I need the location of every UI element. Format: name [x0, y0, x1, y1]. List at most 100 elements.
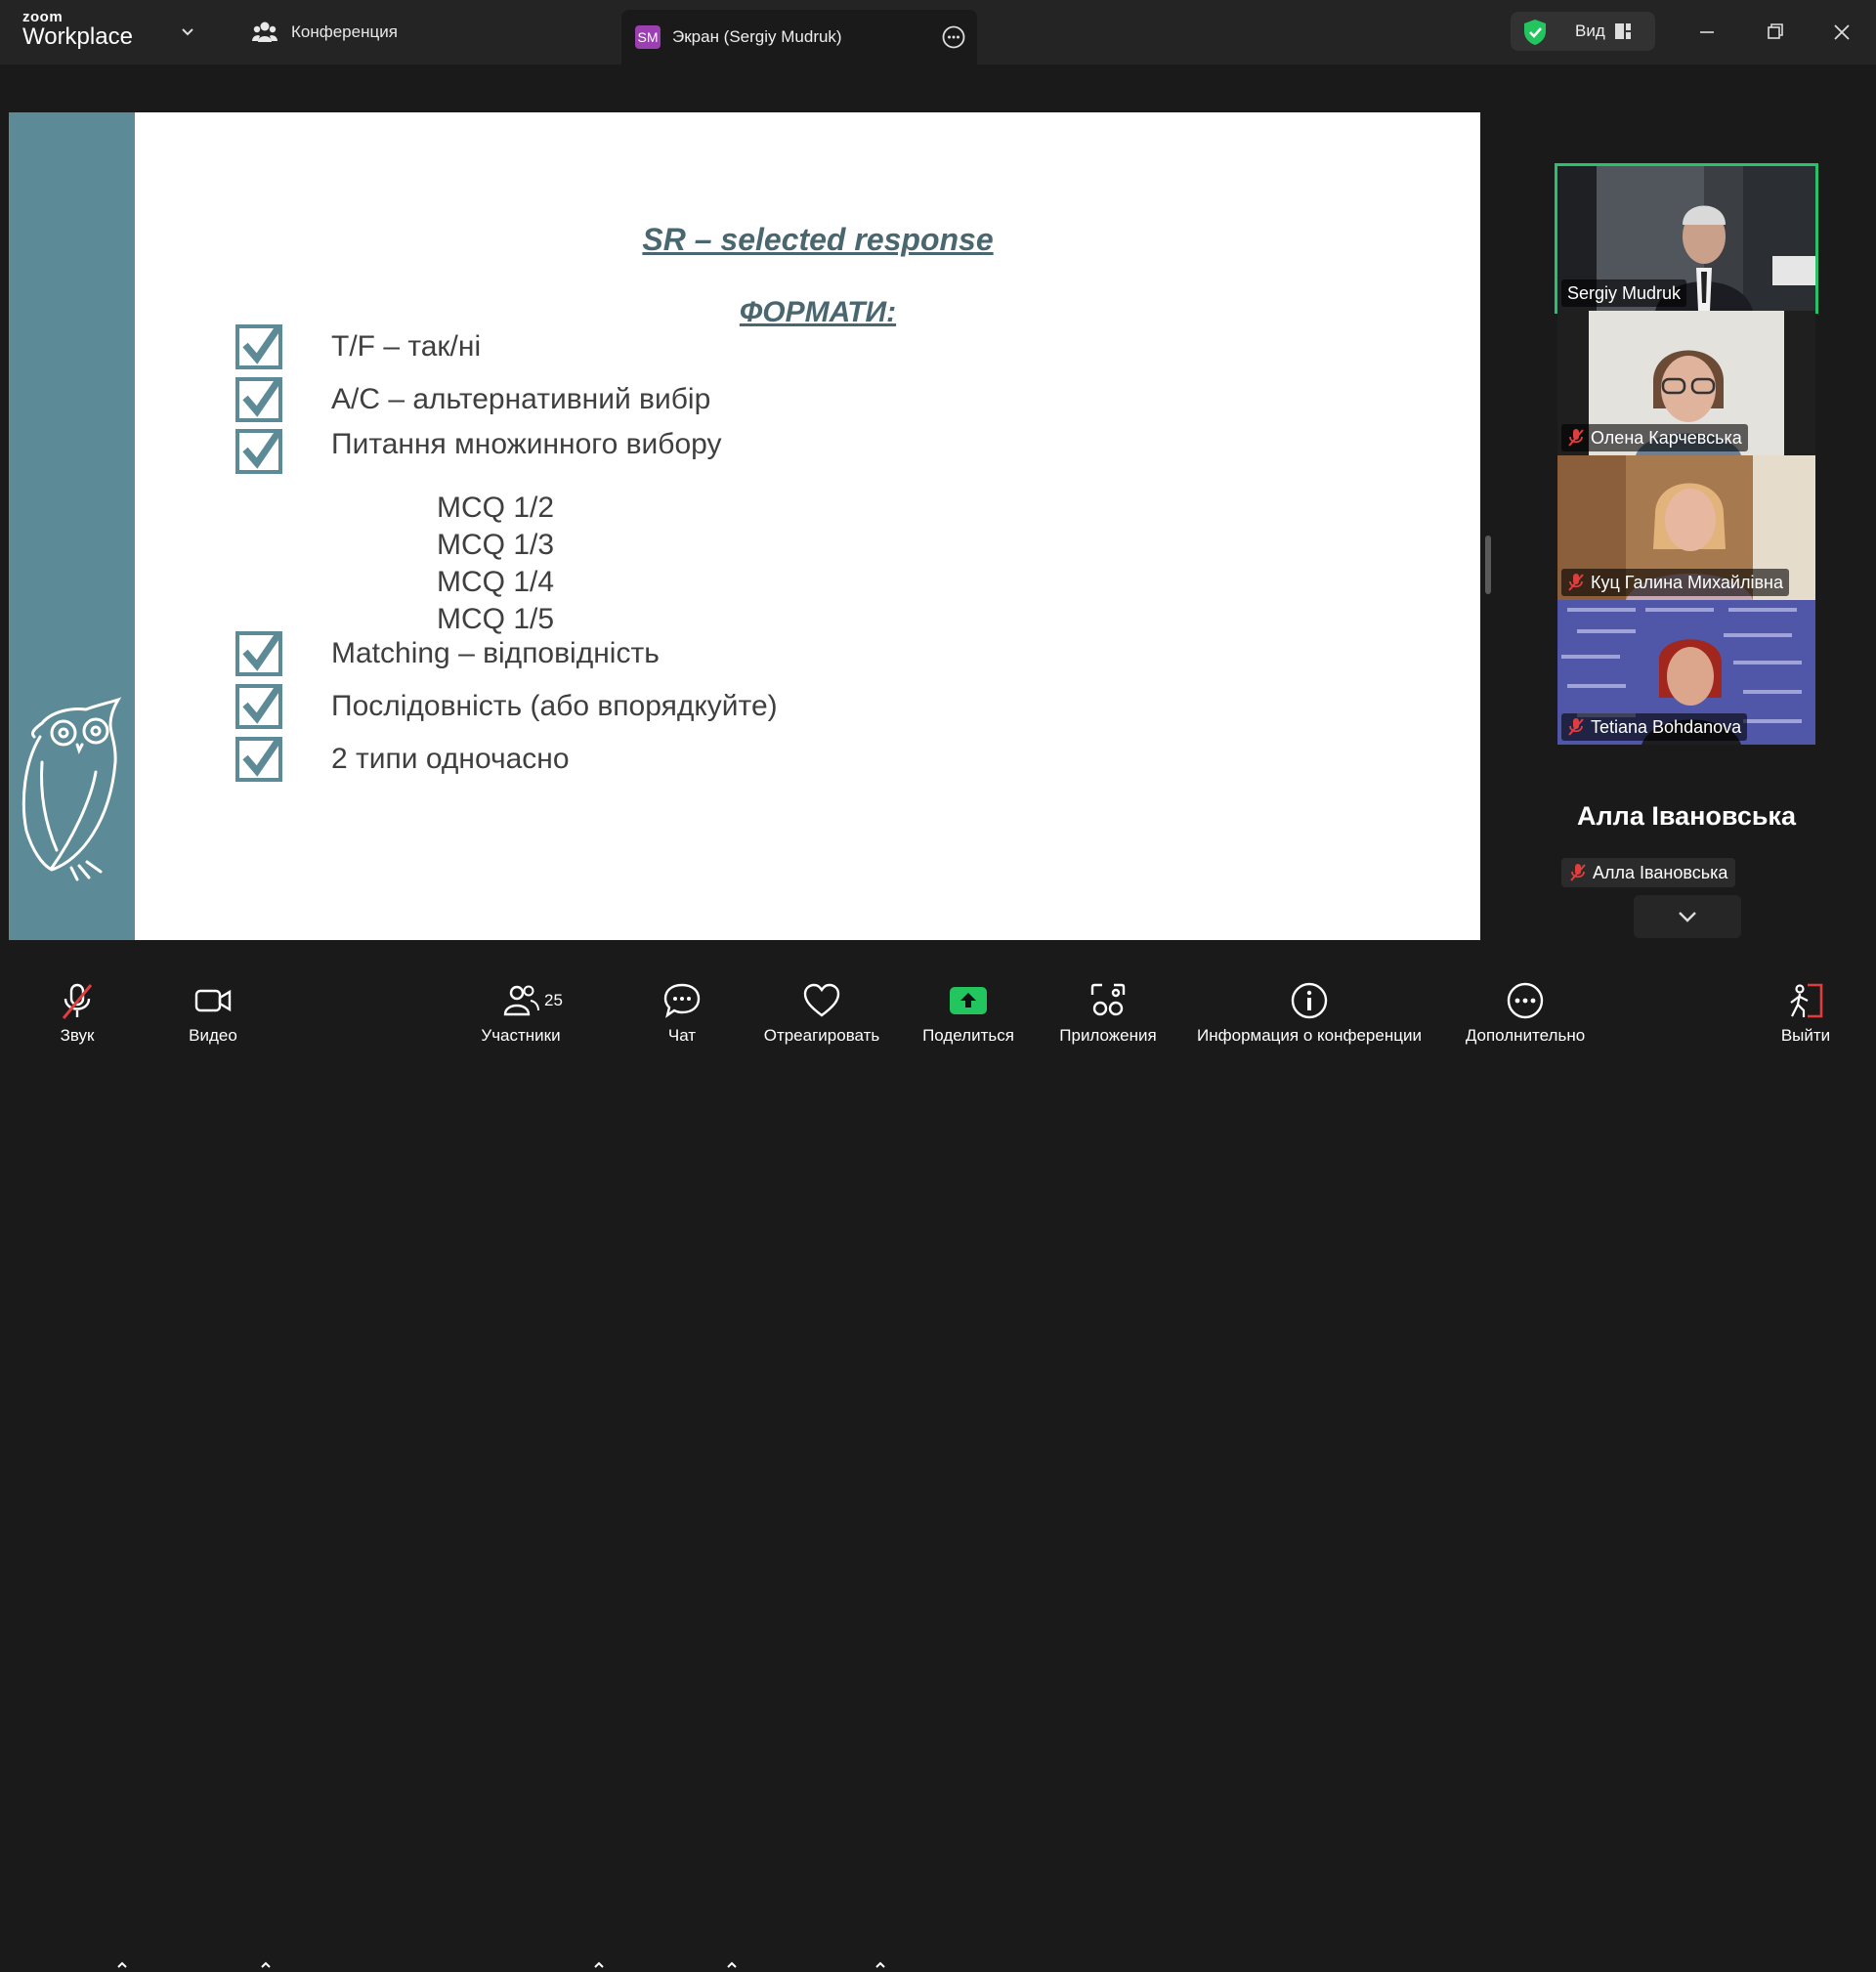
mcq-item: MCQ 1/3	[437, 529, 555, 561]
checkbox-icon	[235, 684, 282, 729]
caret-up-icon[interactable]	[259, 1958, 273, 1972]
heart-icon	[803, 983, 840, 1017]
leave-door-icon	[1790, 983, 1823, 1018]
format-label: A/C – альтернативний вибір	[331, 383, 711, 415]
audio-label: Звук	[60, 1026, 95, 1045]
mic-muted-icon	[1568, 429, 1584, 447]
mcq-item: MCQ 1/2	[437, 492, 555, 524]
share-label: Поделиться	[922, 1026, 1014, 1045]
close-icon[interactable]	[1827, 18, 1856, 47]
chat-button[interactable]: Чат	[653, 967, 711, 1055]
restore-icon[interactable]	[1761, 18, 1790, 47]
more-options-icon[interactable]	[942, 25, 965, 49]
panel-resize-handle[interactable]	[1485, 536, 1491, 594]
caret-up-icon[interactable]	[874, 1958, 887, 1972]
more-label: Дополнительно	[1465, 1026, 1586, 1045]
brand-top-text: zoom	[22, 9, 64, 25]
info-label: Информация о конференции	[1197, 1026, 1422, 1045]
participant-name-tag: Алла Івановська	[1561, 858, 1736, 887]
list-item: A/C – альтернативний вибір	[235, 376, 710, 423]
video-camera-icon	[194, 989, 232, 1012]
video-tile-sergiy-mudruk[interactable]: Sergiy Mudruk	[1557, 166, 1815, 311]
format-label: Питання множинного вибору	[331, 428, 722, 460]
chevron-down-icon[interactable]	[180, 23, 195, 39]
react-label: Отреагировать	[763, 1026, 880, 1045]
format-label: Послідовність (або впорядкуйте)	[331, 690, 778, 722]
layout-grid-icon	[1615, 23, 1631, 39]
view-label: Вид	[1575, 21, 1605, 40]
slide-title: SR – selected response	[642, 222, 994, 257]
caret-up-icon[interactable]	[725, 1958, 739, 1972]
checkbox-icon	[235, 324, 282, 369]
apps-button[interactable]: Приложения	[1053, 967, 1163, 1055]
participant-name: Алла Івановська	[1593, 862, 1728, 882]
chat-label: Чат	[667, 1026, 697, 1045]
participant-name: Sergiy Mudruk	[1567, 282, 1682, 303]
share-screen-icon	[950, 987, 987, 1014]
people-icon	[503, 985, 539, 1016]
owl-logo-icon	[21, 697, 122, 881]
view-button[interactable]: Вид	[1511, 12, 1655, 51]
scroll-down-button[interactable]	[1634, 895, 1741, 938]
checkbox-icon	[235, 737, 282, 782]
sharer-avatar: SM	[635, 25, 661, 49]
participant-name: Tetiana Bohdanova	[1591, 716, 1742, 737]
video-tile-olena-karchevska[interactable]: Олена Карчевська	[1557, 311, 1815, 455]
format-label: Matching – відповідність	[331, 637, 660, 669]
caret-up-icon[interactable]	[592, 1958, 606, 1972]
list-item: 2 типи одночасно	[235, 736, 570, 783]
mic-muted-icon	[1568, 718, 1584, 736]
participants-button[interactable]: 25 Участники	[467, 967, 575, 1055]
leave-button[interactable]: Выйти	[1767, 967, 1845, 1055]
audio-button[interactable]: Звук	[39, 967, 115, 1055]
participant-name-tag: Куц Галина Михайлівна	[1561, 569, 1789, 596]
video-tile-kuts-halyna[interactable]: Куц Галина Михайлівна	[1557, 455, 1815, 600]
people-icon	[252, 21, 277, 42]
chat-bubble-icon	[663, 983, 701, 1018]
meeting-toolbar: Звук Видео 25 Участники Чат Отреагироват…	[0, 967, 1876, 1968]
brand-bottom-text: Workplace	[22, 23, 133, 50]
more-button[interactable]: Дополнительно	[1456, 967, 1595, 1055]
caret-up-icon[interactable]	[115, 1958, 129, 1972]
conference-label: Конференция	[291, 22, 398, 41]
participant-display-name: Алла Івановська	[1577, 801, 1796, 831]
list-item: Питання множинного вибору	[235, 428, 722, 475]
participant-name: Куц Галина Михайлівна	[1591, 572, 1783, 592]
security-shield-icon	[1524, 20, 1546, 45]
apps-label: Приложения	[1059, 1026, 1157, 1045]
leave-label: Выйти	[1780, 1026, 1831, 1045]
participant-name-tag: Олена Карчевська	[1561, 424, 1748, 451]
video-tile-tetiana-bohdanova[interactable]: Tetiana Bohdanova	[1557, 600, 1815, 745]
participants-count: 25	[544, 991, 563, 1009]
format-label: 2 типи одночасно	[331, 743, 570, 775]
react-button[interactable]: Отреагировать	[758, 967, 885, 1055]
checkbox-icon	[235, 631, 282, 676]
mcq-item: MCQ 1/4	[437, 566, 555, 598]
mic-muted-icon	[1568, 574, 1584, 591]
apps-icon	[1090, 983, 1126, 1016]
mic-muted-icon	[62, 983, 93, 1019]
slide-subtitle: ФОРМАТИ:	[739, 296, 897, 328]
participants-label: Участники	[481, 1026, 561, 1045]
share-screen-button[interactable]: Поделиться	[915, 967, 1022, 1055]
mic-muted-icon	[1570, 864, 1586, 881]
checkbox-icon	[235, 429, 282, 474]
title-bar: zoom Workplace Конференция SM Экран (Ser…	[0, 0, 1876, 64]
conference-tab[interactable]: Конференция	[252, 20, 398, 45]
video-button[interactable]: Видео	[174, 967, 252, 1055]
meeting-info-button[interactable]: Информация о конференции	[1182, 967, 1436, 1055]
format-label: T/F – так/ні	[331, 330, 482, 363]
shared-screen-slide: SR – selected response ФОРМАТИ: T/F – та…	[9, 112, 1480, 940]
info-icon	[1291, 982, 1328, 1019]
checkbox-icon	[235, 377, 282, 422]
list-item: T/F – так/ні	[235, 323, 481, 370]
video-label: Видео	[189, 1026, 237, 1045]
screen-share-label: Экран (Sergiy Mudruk)	[672, 27, 842, 46]
list-item: Matching – відповідність	[235, 630, 660, 677]
list-item: Послідовність (або впорядкуйте)	[235, 683, 778, 730]
more-icon	[1507, 982, 1544, 1019]
screen-share-tab[interactable]: SM Экран (Sergiy Mudruk)	[621, 10, 977, 64]
participant-name-tag: Tetiana Bohdanova	[1561, 713, 1748, 741]
participant-name: Олена Карчевська	[1591, 427, 1742, 448]
minimize-icon[interactable]	[1692, 18, 1722, 47]
